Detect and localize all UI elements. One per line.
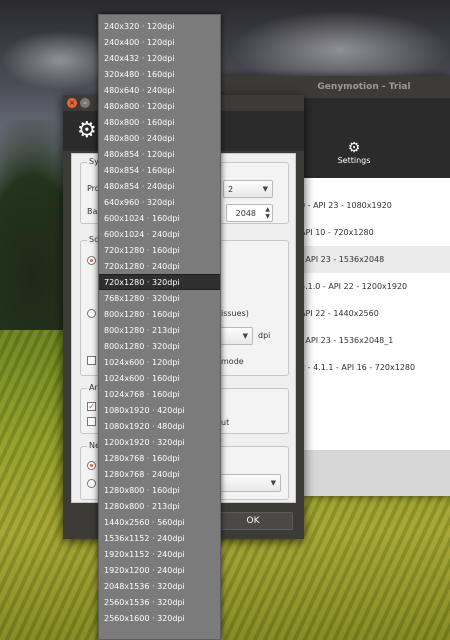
base-memory-spinner[interactable]: 2048 ▲ ▼ xyxy=(226,204,273,222)
dpi-label: dpi xyxy=(258,331,271,340)
device-name: API 10 - 720x1280 xyxy=(300,228,374,237)
resolution-option[interactable]: 1920x1152 · 240dpi xyxy=(99,546,220,562)
resolution-option[interactable]: 1280x768 · 160dpi xyxy=(99,450,220,466)
resolution-option[interactable]: 480x800 · 160dpi xyxy=(99,114,220,130)
processors-value: 2 xyxy=(228,184,234,194)
mode-checkbox[interactable] xyxy=(87,356,96,365)
resolution-option[interactable]: 480x854 · 120dpi xyxy=(99,146,220,162)
device-name: - API 23 - 1536x2048 xyxy=(300,255,385,264)
settings-toolbar-button[interactable]: ⚙ Settings xyxy=(330,140,378,165)
screen-preset-radio[interactable] xyxy=(87,256,96,265)
resolution-dropdown-list[interactable]: 240x320 · 120dpi 240x400 · 120dpi 240x432 … xyxy=(98,14,221,640)
screen-custom-radio[interactable] xyxy=(87,309,96,318)
device-name: API 22 - 1440x2560 xyxy=(300,309,379,318)
resolution-option[interactable]: 480x640 · 240dpi xyxy=(99,82,220,98)
resolution-option[interactable]: 640x960 · 320dpi xyxy=(99,194,220,210)
resolution-option[interactable]: 240x400 · 120dpi xyxy=(99,34,220,50)
resolution-option[interactable]: 2048x1536 · 320dpi xyxy=(99,578,220,594)
resolution-option[interactable]: 1024x600 · 160dpi xyxy=(99,370,220,386)
resolution-option[interactable]: 600x1024 · 240dpi xyxy=(99,226,220,242)
resolution-option[interactable]: 600x1024 · 160dpi xyxy=(99,210,220,226)
resolution-option[interactable]: 1280x800 · 160dpi xyxy=(99,482,220,498)
resolution-option[interactable]: 2560x1600 · 320dpi xyxy=(99,610,220,626)
device-name: 0 - API 23 - 1080x1920 xyxy=(300,201,392,210)
resolution-option[interactable]: 1440x2560 · 560dpi xyxy=(99,514,220,530)
ut-label: ut xyxy=(221,418,230,427)
resolution-option[interactable]: 320x480 · 160dpi xyxy=(99,66,220,82)
processors-select[interactable]: 2 ▼ xyxy=(223,180,273,198)
resolution-option[interactable]: 768x1280 · 320dpi xyxy=(99,290,220,306)
resolution-option[interactable]: 240x320 · 120dpi xyxy=(99,18,220,34)
resolution-option[interactable]: 1200x1920 · 320dpi xyxy=(99,434,220,450)
chevron-down-icon: ▼ xyxy=(270,479,276,487)
resolution-option[interactable]: 480x800 · 120dpi xyxy=(99,98,220,114)
resolution-option[interactable]: 480x854 · 240dpi xyxy=(99,178,220,194)
resolution-option[interactable]: 480x800 · 240dpi xyxy=(99,130,220,146)
network-radio[interactable] xyxy=(87,461,96,470)
gear-icon: ⚙ xyxy=(347,140,361,156)
resolution-option[interactable]: 720x1280 · 160dpi xyxy=(99,242,220,258)
resolution-option[interactable]: 1536x1152 · 240dpi xyxy=(99,530,220,546)
issues-label: issues) xyxy=(221,309,249,318)
android-option-checkbox[interactable]: ✓ xyxy=(87,402,96,411)
mode-label: mode xyxy=(221,357,244,366)
resolution-option[interactable]: 1920x1200 · 240dpi xyxy=(99,562,220,578)
resolution-option[interactable]: 1080x1920 · 480dpi xyxy=(99,418,220,434)
gear-icon: ⚙ xyxy=(77,118,97,143)
spinner-arrows-icon[interactable]: ▲ ▼ xyxy=(265,206,270,220)
resolution-option[interactable]: 1280x768 · 240dpi xyxy=(99,466,220,482)
resolution-option[interactable]: 1080x1920 · 420dpi xyxy=(99,402,220,418)
resolution-option[interactable]: 240x432 · 120dpi xyxy=(99,50,220,66)
resolution-option[interactable]: 1024x768 · 160dpi xyxy=(99,386,220,402)
resolution-option[interactable]: 2560x1536 · 320dpi xyxy=(99,594,220,610)
resolution-option[interactable]: 800x1280 · 320dpi xyxy=(99,338,220,354)
resolution-option[interactable]: 1280x800 · 213dpi xyxy=(99,498,220,514)
main-window-title: Genymotion - Trial xyxy=(317,82,411,92)
resolution-option-selected[interactable]: 720x1280 · 320dpi xyxy=(99,274,220,290)
resolution-option[interactable]: 720x1280 · 240dpi xyxy=(99,258,220,274)
resolution-option[interactable]: 480x854 · 160dpi xyxy=(99,162,220,178)
resolution-option[interactable]: 800x1280 · 213dpi xyxy=(99,322,220,338)
chevron-down-icon: ▼ xyxy=(262,185,268,193)
network-radio[interactable] xyxy=(87,479,96,488)
close-icon[interactable]: × xyxy=(67,98,77,108)
resolution-option[interactable]: 1024x600 · 120dpi xyxy=(99,354,220,370)
android-option-checkbox[interactable] xyxy=(87,417,96,426)
minimize-icon[interactable]: – xyxy=(80,98,90,108)
chevron-down-icon: ▼ xyxy=(242,332,248,340)
resolution-option[interactable]: 800x1280 · 160dpi xyxy=(99,306,220,322)
device-name: 5.1.0 - API 22 - 1200x1920 xyxy=(300,282,408,291)
device-name: - API 23 - 1536x2048_1 xyxy=(300,336,394,345)
settings-toolbar-label: Settings xyxy=(337,156,371,165)
ok-button[interactable]: OK xyxy=(213,512,293,530)
dpi-select[interactable]: ▼ xyxy=(217,327,253,345)
base-memory-value: 2048 xyxy=(235,208,256,218)
device-name: 2 - 4.1.1 - API 16 - 720x1280 xyxy=(300,363,416,372)
